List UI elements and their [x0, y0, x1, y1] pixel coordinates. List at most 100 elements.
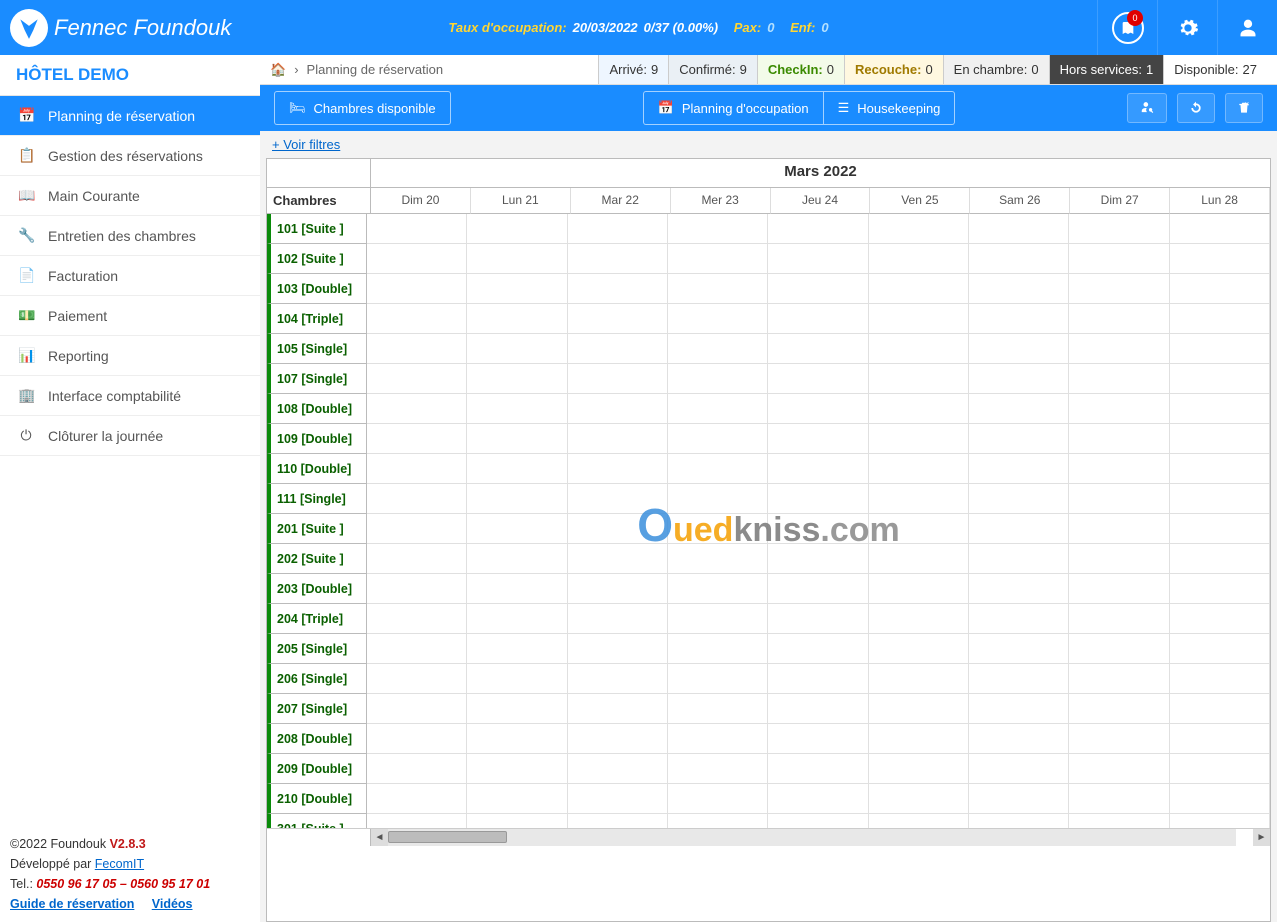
planning-cell[interactable]	[668, 574, 768, 604]
planning-cell[interactable]	[1069, 574, 1169, 604]
planning-cell[interactable]	[869, 394, 969, 424]
planning-cell[interactable]	[1069, 364, 1169, 394]
brand-block[interactable]: Fennec Foundouk	[0, 9, 231, 47]
planning-cell[interactable]	[367, 574, 467, 604]
room-label[interactable]: 109 [Double]	[267, 424, 367, 454]
planning-cell[interactable]	[568, 544, 668, 574]
planning-cell[interactable]	[467, 424, 567, 454]
planning-cell[interactable]	[467, 814, 567, 828]
planning-cell[interactable]	[869, 754, 969, 784]
planning-cell[interactable]	[367, 244, 467, 274]
planning-cell[interactable]	[668, 724, 768, 754]
planning-cell[interactable]	[367, 514, 467, 544]
planning-cell[interactable]	[367, 754, 467, 784]
planning-cell[interactable]	[568, 724, 668, 754]
planning-cell[interactable]	[768, 304, 868, 334]
planning-cell[interactable]	[367, 304, 467, 334]
planning-cell[interactable]	[969, 394, 1069, 424]
planning-cell[interactable]	[467, 304, 567, 334]
planning-cell[interactable]	[1170, 634, 1270, 664]
planning-cell[interactable]	[1069, 274, 1169, 304]
planning-cell[interactable]	[568, 514, 668, 544]
settings-button[interactable]	[1157, 0, 1217, 55]
planning-cell[interactable]	[668, 814, 768, 828]
planning-cell[interactable]	[869, 514, 969, 544]
planning-cell[interactable]	[869, 484, 969, 514]
planning-cell[interactable]	[367, 814, 467, 828]
planning-cell[interactable]	[768, 814, 868, 828]
planning-cell[interactable]	[1069, 424, 1169, 454]
rooms-scroll[interactable]: 101 [Suite ]102 [Suite ]103 [Double]104 …	[267, 214, 1270, 828]
planning-cell[interactable]	[1069, 394, 1169, 424]
planning-cell[interactable]	[668, 754, 768, 784]
planning-cell[interactable]	[668, 334, 768, 364]
room-label[interactable]: 209 [Double]	[267, 754, 367, 784]
planning-cell[interactable]	[367, 364, 467, 394]
sidebar-item-0[interactable]: 📅Planning de réservation	[0, 96, 260, 136]
planning-cell[interactable]	[1170, 694, 1270, 724]
planning-cell[interactable]	[367, 424, 467, 454]
planning-cell[interactable]	[668, 484, 768, 514]
room-label[interactable]: 107 [Single]	[267, 364, 367, 394]
scroll-thumb[interactable]	[388, 831, 507, 843]
videos-link[interactable]: Vidéos	[152, 897, 193, 911]
planning-cell[interactable]	[969, 454, 1069, 484]
planning-cell[interactable]	[668, 274, 768, 304]
planning-cell[interactable]	[1069, 604, 1169, 634]
planning-cell[interactable]	[367, 454, 467, 484]
room-label[interactable]: 111 [Single]	[267, 484, 367, 514]
room-label[interactable]: 205 [Single]	[267, 634, 367, 664]
planning-cell[interactable]	[869, 334, 969, 364]
planning-cell[interactable]	[367, 694, 467, 724]
planning-cell[interactable]	[1170, 724, 1270, 754]
planning-cell[interactable]	[668, 694, 768, 724]
planning-cell[interactable]	[969, 544, 1069, 574]
planning-cell[interactable]	[568, 814, 668, 828]
planning-cell[interactable]	[668, 424, 768, 454]
sidebar-item-2[interactable]: 📖Main Courante	[0, 176, 260, 216]
planning-cell[interactable]	[1170, 484, 1270, 514]
planning-cell[interactable]	[467, 634, 567, 664]
planning-cell[interactable]	[768, 604, 868, 634]
planning-cell[interactable]	[768, 244, 868, 274]
planning-cell[interactable]	[1170, 544, 1270, 574]
planning-cell[interactable]	[969, 364, 1069, 394]
planning-cell[interactable]	[568, 274, 668, 304]
planning-cell[interactable]	[869, 424, 969, 454]
planning-cell[interactable]	[1069, 214, 1169, 244]
planning-cell[interactable]	[969, 274, 1069, 304]
planning-cell[interactable]	[1170, 784, 1270, 814]
sidebar-item-5[interactable]: 💵Paiement	[0, 296, 260, 336]
planning-cell[interactable]	[1069, 634, 1169, 664]
planning-cell[interactable]	[969, 304, 1069, 334]
planning-cell[interactable]	[668, 244, 768, 274]
planning-cell[interactable]	[969, 214, 1069, 244]
planning-cell[interactable]	[1170, 394, 1270, 424]
planning-cell[interactable]	[768, 274, 868, 304]
planning-cell[interactable]	[668, 304, 768, 334]
planning-cell[interactable]	[668, 514, 768, 544]
planning-cell[interactable]	[869, 544, 969, 574]
planning-cell[interactable]	[568, 664, 668, 694]
planning-cell[interactable]	[367, 604, 467, 634]
planning-cell[interactable]	[969, 724, 1069, 754]
planning-cell[interactable]	[768, 334, 868, 364]
planning-cell[interactable]	[668, 214, 768, 244]
planning-cell[interactable]	[869, 694, 969, 724]
planning-cell[interactable]	[367, 544, 467, 574]
planning-cell[interactable]	[768, 724, 868, 754]
planning-cell[interactable]	[568, 424, 668, 454]
planning-cell[interactable]	[869, 784, 969, 814]
planning-cell[interactable]	[1069, 244, 1169, 274]
planning-cell[interactable]	[367, 664, 467, 694]
planning-cell[interactable]	[969, 484, 1069, 514]
planning-cell[interactable]	[1069, 664, 1169, 694]
planning-cell[interactable]	[768, 574, 868, 604]
planning-cell[interactable]	[367, 334, 467, 364]
planning-cell[interactable]	[969, 664, 1069, 694]
planning-cell[interactable]	[467, 784, 567, 814]
planning-cell[interactable]	[1069, 784, 1169, 814]
planning-cell[interactable]	[768, 694, 868, 724]
room-label[interactable]: 210 [Double]	[267, 784, 367, 814]
room-label[interactable]: 201 [Suite ]	[267, 514, 367, 544]
